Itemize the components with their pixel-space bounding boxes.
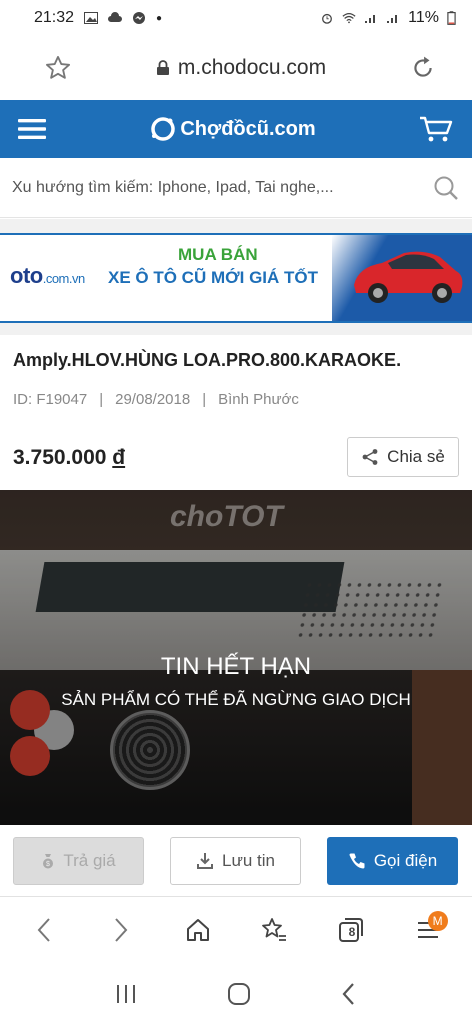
logo-text: Chợđồcũ.com <box>180 117 316 140</box>
product-location: Bình Phước <box>218 391 299 408</box>
share-button[interactable]: Chia sẻ <box>347 437 459 477</box>
chevron-right-icon <box>115 918 128 942</box>
download-icon <box>197 852 214 869</box>
meta-separator: | <box>99 391 104 408</box>
save-button[interactable]: Lưu tin <box>170 836 301 885</box>
status-time: 21:32 <box>34 9 75 26</box>
tabs-button[interactable]: 8 <box>329 908 373 952</box>
site-header: Chợđồcũ.com <box>0 100 472 158</box>
lock-icon <box>156 60 169 75</box>
section-gap <box>0 323 472 335</box>
star-bookmark-icon[interactable] <box>44 54 72 82</box>
dot-icon: ● <box>156 12 163 24</box>
back-button[interactable] <box>22 908 66 952</box>
phone-icon <box>349 853 365 868</box>
battery-icon <box>447 11 456 25</box>
wifi-icon <box>342 13 356 24</box>
share-icon <box>362 449 378 465</box>
banner-line2: XE Ô TÔ CŨ MỚI GIÁ TỐT <box>108 268 319 287</box>
browser-url-bar: m.chodocu.com <box>0 36 472 100</box>
share-label: Chia sẻ <box>387 447 445 466</box>
bookmarks-button[interactable] <box>252 908 296 952</box>
site-logo[interactable]: Chợđồcũ.com <box>150 116 316 142</box>
forward-button[interactable] <box>99 908 143 952</box>
product-date: 29/08/2018 <box>115 391 191 408</box>
banner-line1: MUA BÁN <box>178 245 258 264</box>
tabs-count: 8 <box>348 925 356 939</box>
expired-title: TIN HẾT HẠN <box>160 653 312 680</box>
menu-button[interactable]: M <box>406 908 450 952</box>
product-price: 3.750.000 đ <box>13 446 126 469</box>
product-meta: ID: F19047 | 29/08/2018 | Bình Phước <box>13 391 299 408</box>
action-bar: $ Trả giá Lưu tin Gọi điện <box>0 825 472 897</box>
photo-watermark: choTOT <box>170 500 283 533</box>
product-photo[interactable]: choTOT TIN HẾT HẠN SẢN PHẨM CÓ THỂ ĐÃ NG… <box>0 490 472 825</box>
battery-level: 11% <box>408 9 439 26</box>
banner-brand: oto.com.vn <box>10 263 85 288</box>
home-button[interactable] <box>176 908 220 952</box>
search-icon[interactable] <box>432 174 460 202</box>
product-title: Amply.HLOV.HÙNG LOA.PRO.800.KARAOKE. <box>13 350 402 370</box>
offer-button[interactable]: $ Trả giá <box>13 836 144 885</box>
expired-subtitle: SẢN PHẨM CÓ THỂ ĐÃ NGỪNG GIAO DỊCH <box>61 690 411 709</box>
search-bar[interactable]: Xu hướng tìm kiếm: Iphone, Ipad, Tai ngh… <box>0 158 472 218</box>
recent-apps-icon[interactable] <box>113 982 139 1006</box>
status-bar: 21:32 ● 11% <box>0 0 472 36</box>
money-bag-icon: $ <box>43 853 54 868</box>
cart-icon[interactable] <box>418 115 454 143</box>
offer-label: Trả giá <box>63 850 116 870</box>
cloud-icon <box>108 12 123 22</box>
menu-badge: M <box>427 911 448 931</box>
url-text: m.chodocu.com <box>177 56 327 79</box>
call-button[interactable]: Gọi điện <box>327 836 458 885</box>
meta-separator: | <box>202 391 207 408</box>
browser-bottom-nav: 8 M <box>0 897 472 963</box>
save-label: Lưu tin <box>222 850 275 870</box>
status-left: 21:32 ● <box>34 9 162 27</box>
system-nav-bar <box>0 963 472 1024</box>
ad-banner[interactable]: oto.com.vn MUA BÁN XE Ô TÔ CŨ MỚI GIÁ TỐ… <box>0 233 472 323</box>
bookmarks-star-icon <box>262 918 287 941</box>
alarm-icon <box>322 13 333 24</box>
status-right: 11% <box>320 9 456 27</box>
section-gap <box>0 219 472 233</box>
home-icon <box>186 919 209 941</box>
search-input[interactable]: Xu hướng tìm kiếm: Iphone, Ipad, Tai ngh… <box>12 179 334 197</box>
signal-icon-1 <box>365 15 376 23</box>
logo-mark-icon <box>151 117 176 141</box>
gallery-icon <box>84 12 99 24</box>
call-label: Gọi điện <box>373 850 438 870</box>
signal-icon-2 <box>387 15 398 23</box>
home-circle-icon[interactable] <box>226 981 252 1007</box>
url-display[interactable]: m.chodocu.com <box>156 56 326 80</box>
reload-icon[interactable] <box>410 55 436 81</box>
svg-text:$: $ <box>46 861 50 868</box>
messenger-icon <box>133 12 146 24</box>
car-image <box>354 251 463 303</box>
product-id: ID: F19047 <box>13 391 88 408</box>
chevron-left-icon <box>37 918 51 942</box>
hamburger-menu-icon[interactable] <box>18 117 48 141</box>
system-back-icon[interactable] <box>339 981 359 1007</box>
